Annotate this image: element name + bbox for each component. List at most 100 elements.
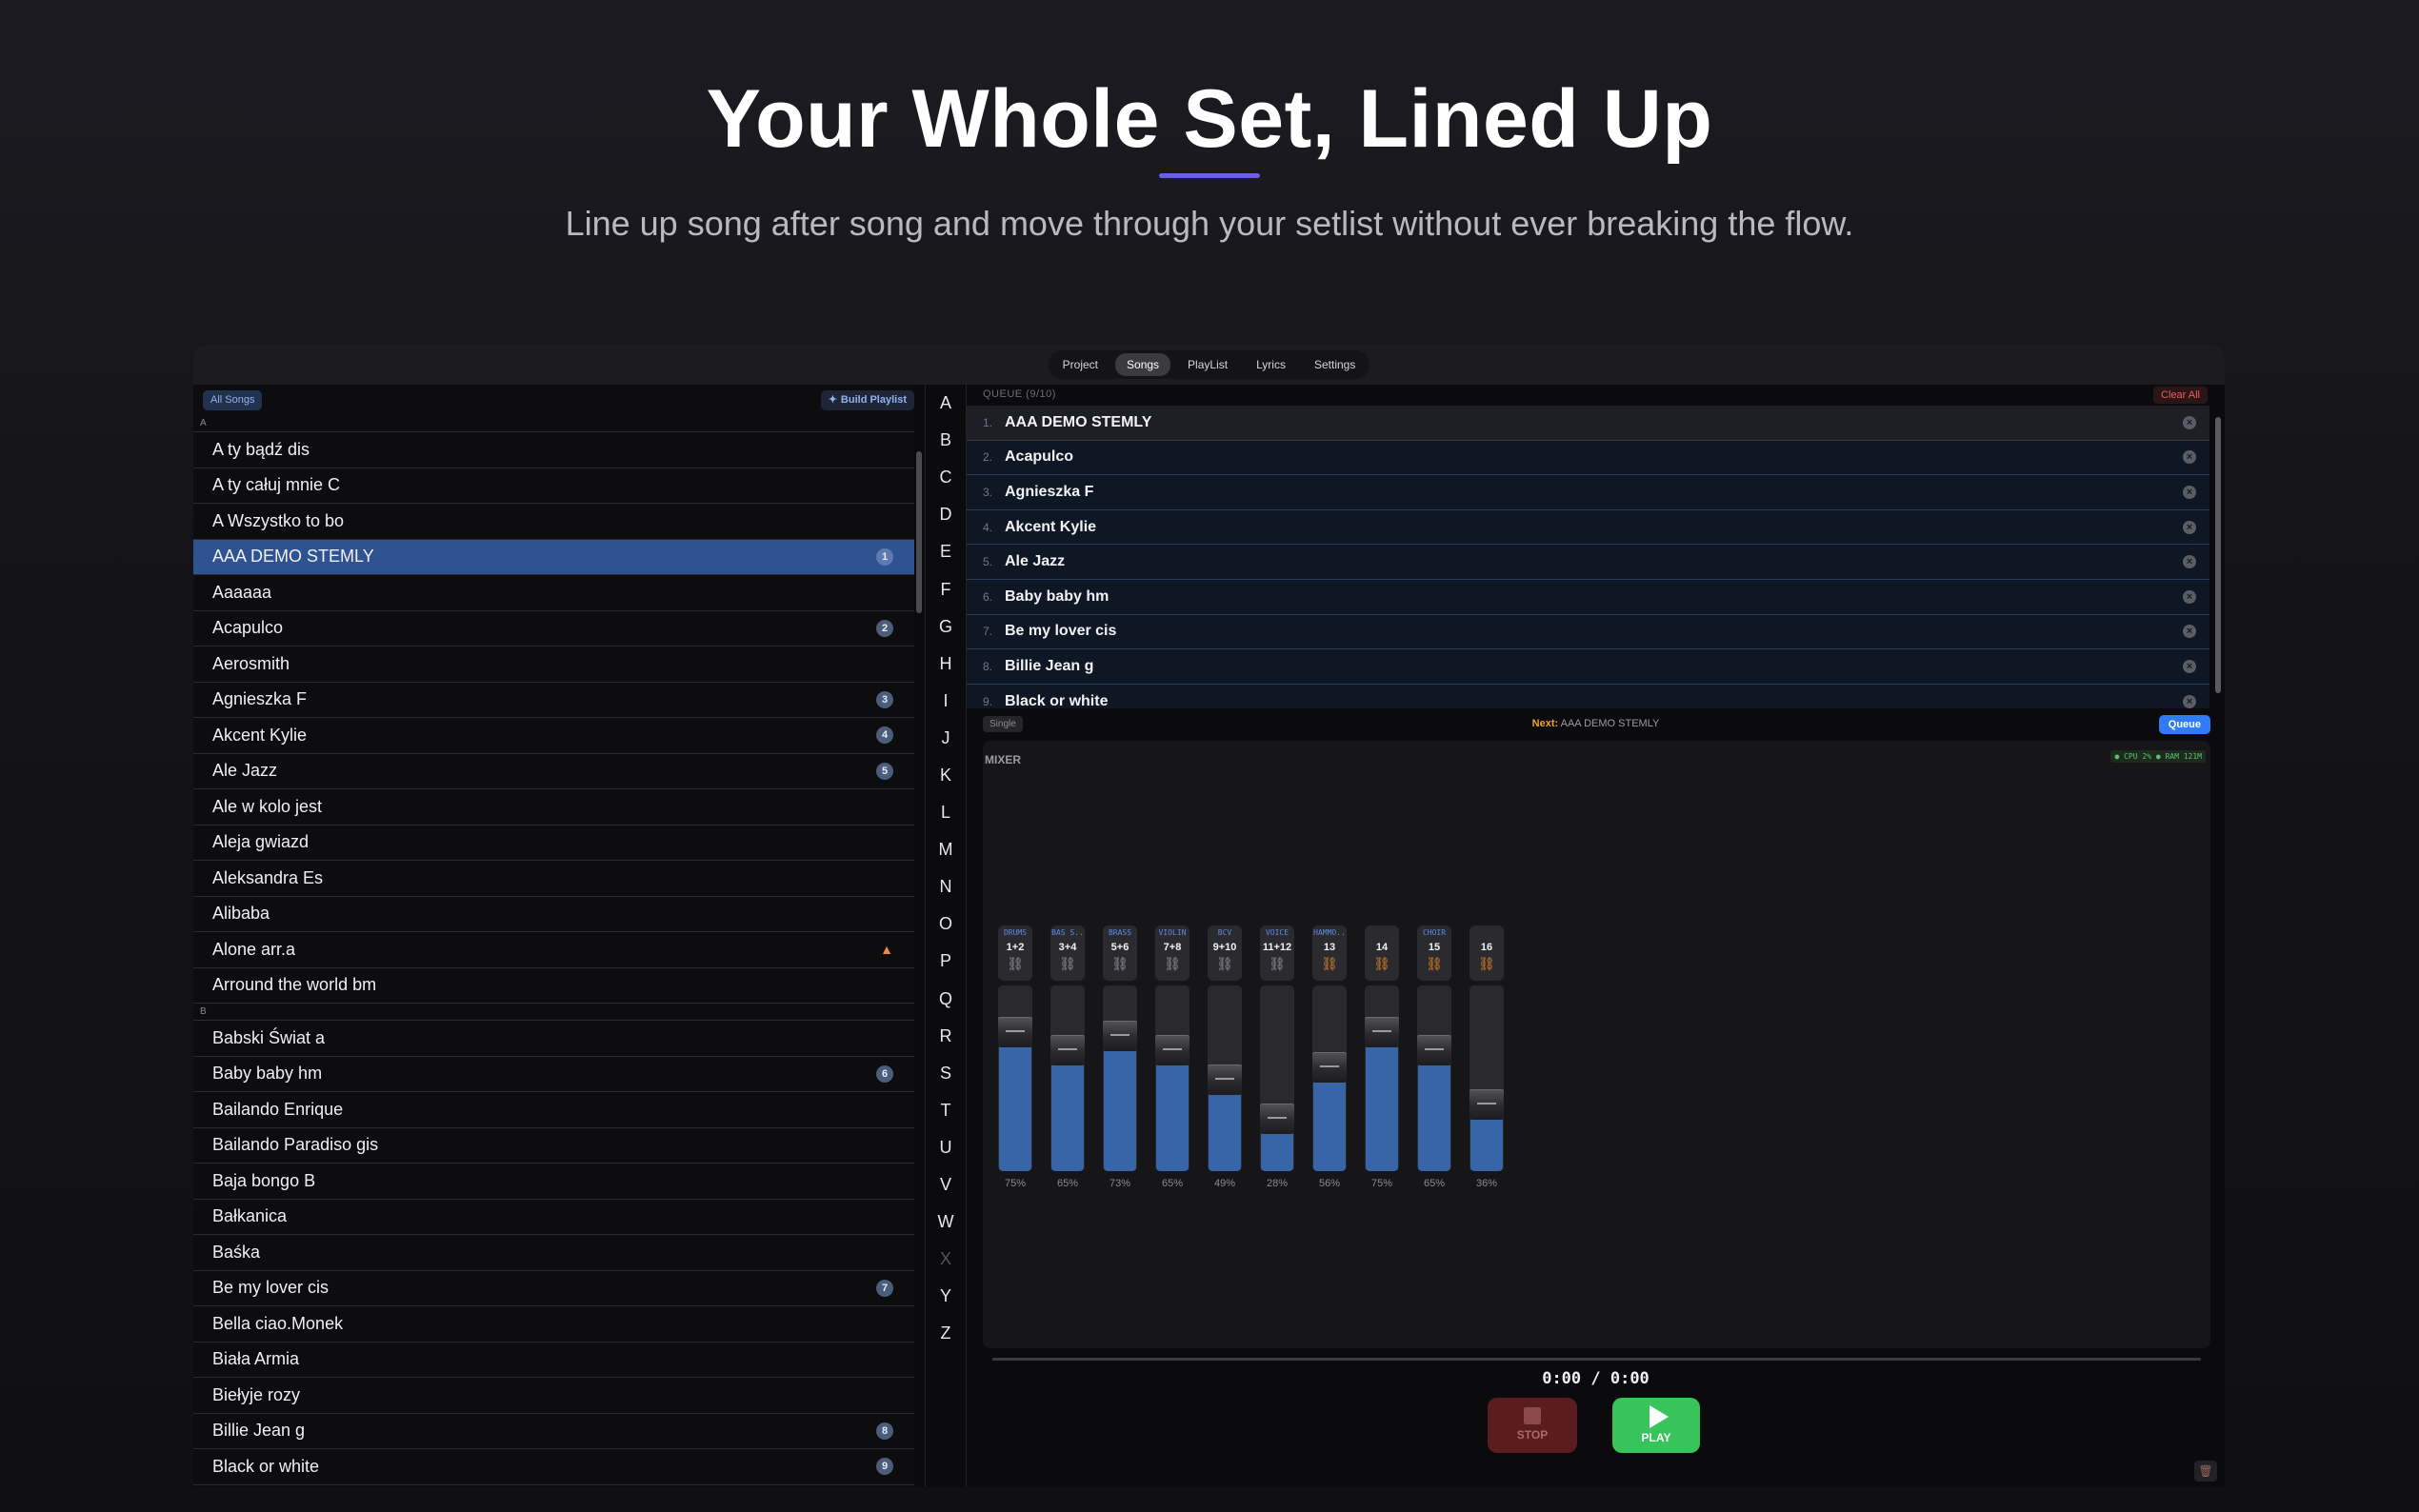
fader-track[interactable] xyxy=(1103,985,1137,1171)
link-icon[interactable]: ⛓ xyxy=(1103,955,1137,972)
song-row[interactable]: Billie Jean g 8 xyxy=(193,1414,914,1449)
link-icon[interactable]: ⛓ xyxy=(1417,955,1451,972)
close-circle-icon[interactable]: × xyxy=(2183,625,2196,639)
alphabet-letter-e[interactable]: E xyxy=(926,533,966,570)
queue-mode-button[interactable]: Queue xyxy=(2158,715,2210,734)
queue-row[interactable]: 9. Black or white × xyxy=(967,684,2209,708)
song-row[interactable]: Biełyje rozy xyxy=(193,1378,914,1414)
alphabet-letter-q[interactable]: Q xyxy=(926,981,966,1018)
tab-project[interactable]: Project xyxy=(1051,353,1110,376)
close-circle-icon[interactable]: × xyxy=(2183,659,2196,673)
link-icon[interactable]: ⛓ xyxy=(998,955,1032,972)
fader-track[interactable] xyxy=(1365,985,1399,1171)
alphabet-letter-o[interactable]: O xyxy=(926,905,966,943)
fader-track[interactable] xyxy=(1050,985,1085,1171)
fader-knob[interactable] xyxy=(1469,1089,1504,1120)
fader-knob[interactable] xyxy=(1208,1064,1242,1095)
link-icon[interactable]: ⛓ xyxy=(1469,955,1504,972)
alphabet-letter-w[interactable]: W xyxy=(926,1204,966,1241)
queue-row[interactable]: 3. Agnieszka F × xyxy=(967,475,2209,510)
alphabet-letter-y[interactable]: Y xyxy=(926,1278,966,1315)
close-circle-icon[interactable]: × xyxy=(2183,520,2196,534)
fader-track[interactable] xyxy=(1469,985,1504,1171)
alphabet-letter-v[interactable]: V xyxy=(926,1166,966,1204)
song-row[interactable]: Agnieszka F 3 xyxy=(193,683,914,718)
alphabet-letter-k[interactable]: K xyxy=(926,757,966,794)
queue-row[interactable]: 5. Ale Jazz × xyxy=(967,545,2209,580)
song-row[interactable]: Black or white 9 xyxy=(193,1449,914,1485)
song-row[interactable]: Alone arr.a ▲ xyxy=(193,932,914,968)
tab-lyrics[interactable]: Lyrics xyxy=(1245,353,1297,376)
fader-knob[interactable] xyxy=(1312,1052,1347,1083)
alphabet-letter-j[interactable]: J xyxy=(926,720,966,757)
alphabet-letter-n[interactable]: N xyxy=(926,868,966,905)
alphabet-letter-l[interactable]: L xyxy=(926,794,966,831)
alphabet-letter-h[interactable]: H xyxy=(926,646,966,683)
playback-progress[interactable] xyxy=(992,1358,2201,1361)
fader-knob[interactable] xyxy=(1155,1035,1190,1065)
song-row[interactable]: Baja bongo B xyxy=(193,1164,914,1200)
link-icon[interactable]: ⛓ xyxy=(1260,955,1294,972)
queue-row[interactable]: 1. AAA DEMO STEMLY × xyxy=(967,406,2209,441)
tab-songs[interactable]: Songs xyxy=(1115,353,1171,376)
song-row[interactable]: Bailando Paradiso gis xyxy=(193,1128,914,1164)
alphabet-letter-m[interactable]: M xyxy=(926,831,966,868)
fader-knob[interactable] xyxy=(1050,1035,1085,1065)
close-circle-icon[interactable]: × xyxy=(2183,415,2196,429)
song-row[interactable]: Ale w kolo jest xyxy=(193,789,914,826)
alphabet-letter-z[interactable]: Z xyxy=(926,1315,966,1352)
tab-playlist[interactable]: PlayList xyxy=(1176,353,1239,376)
fader-track[interactable] xyxy=(1260,985,1294,1171)
fader-track[interactable] xyxy=(1312,985,1347,1171)
all-songs-filter[interactable]: All Songs xyxy=(203,390,263,410)
song-list-scrollbar[interactable] xyxy=(916,451,922,613)
fader-track[interactable] xyxy=(1155,985,1190,1171)
song-row[interactable]: Arround the world bm xyxy=(193,968,914,1004)
link-icon[interactable]: ⛓ xyxy=(1365,955,1399,972)
song-row[interactable]: Bella ciao.Monek xyxy=(193,1306,914,1343)
song-row[interactable]: Be my lover cis 7 xyxy=(193,1271,914,1306)
alphabet-letter-i[interactable]: I xyxy=(926,683,966,720)
close-circle-icon[interactable]: × xyxy=(2183,589,2196,604)
queue-scrollbar[interactable] xyxy=(2215,417,2221,693)
song-row[interactable]: A ty bądź dis xyxy=(193,432,914,468)
song-row[interactable]: Baśka xyxy=(193,1235,914,1271)
fader-track[interactable] xyxy=(998,985,1032,1171)
song-row[interactable]: Babski Świat a xyxy=(193,1021,914,1057)
song-row[interactable]: Aaaaaa xyxy=(193,575,914,611)
song-row[interactable]: Aleja gwiazd xyxy=(193,826,914,861)
song-row[interactable]: Baby baby hm 6 xyxy=(193,1057,914,1092)
song-row[interactable]: Ale Jazz 5 xyxy=(193,754,914,789)
fader-track[interactable] xyxy=(1208,985,1242,1171)
fader-knob[interactable] xyxy=(998,1017,1032,1047)
alphabet-letter-a[interactable]: A xyxy=(926,385,966,422)
play-button[interactable]: PLAY xyxy=(1612,1398,1700,1453)
song-row[interactable]: Acapulco 2 xyxy=(193,611,914,647)
close-circle-icon[interactable]: × xyxy=(2183,450,2196,465)
song-list[interactable]: A A ty bądź dis A ty całuj mnie C A Wszystk… xyxy=(193,415,914,1487)
song-row[interactable]: A Wszystko to bo xyxy=(193,504,914,540)
stop-button[interactable]: STOP xyxy=(1488,1398,1577,1453)
alphabet-letter-c[interactable]: C xyxy=(926,459,966,496)
song-row[interactable]: Aleksandra Es xyxy=(193,861,914,897)
link-icon[interactable]: ⛓ xyxy=(1312,955,1347,972)
song-row[interactable]: Aerosmith xyxy=(193,647,914,683)
song-row[interactable]: Bałkanica xyxy=(193,1200,914,1235)
alphabet-letter-b[interactable]: B xyxy=(926,422,966,459)
close-circle-icon[interactable]: × xyxy=(2183,555,2196,569)
trash-icon[interactable]: 🗑 xyxy=(2194,1461,2217,1482)
close-circle-icon[interactable]: × xyxy=(2183,485,2196,499)
alphabet-letter-u[interactable]: U xyxy=(926,1129,966,1166)
link-icon[interactable]: ⛓ xyxy=(1050,955,1085,972)
alphabet-letter-t[interactable]: T xyxy=(926,1092,966,1129)
fader-knob[interactable] xyxy=(1365,1017,1399,1047)
close-circle-icon[interactable]: × xyxy=(2183,694,2196,708)
alphabet-letter-r[interactable]: R xyxy=(926,1018,966,1055)
fader-knob[interactable] xyxy=(1260,1104,1294,1134)
alphabet-letter-d[interactable]: D xyxy=(926,496,966,533)
alphabet-letter-g[interactable]: G xyxy=(926,608,966,646)
alphabet-letter-s[interactable]: S xyxy=(926,1055,966,1092)
clear-all-button[interactable]: Clear All xyxy=(2153,387,2208,404)
alphabet-letter-f[interactable]: F xyxy=(926,570,966,607)
link-icon[interactable]: ⛓ xyxy=(1155,955,1190,972)
